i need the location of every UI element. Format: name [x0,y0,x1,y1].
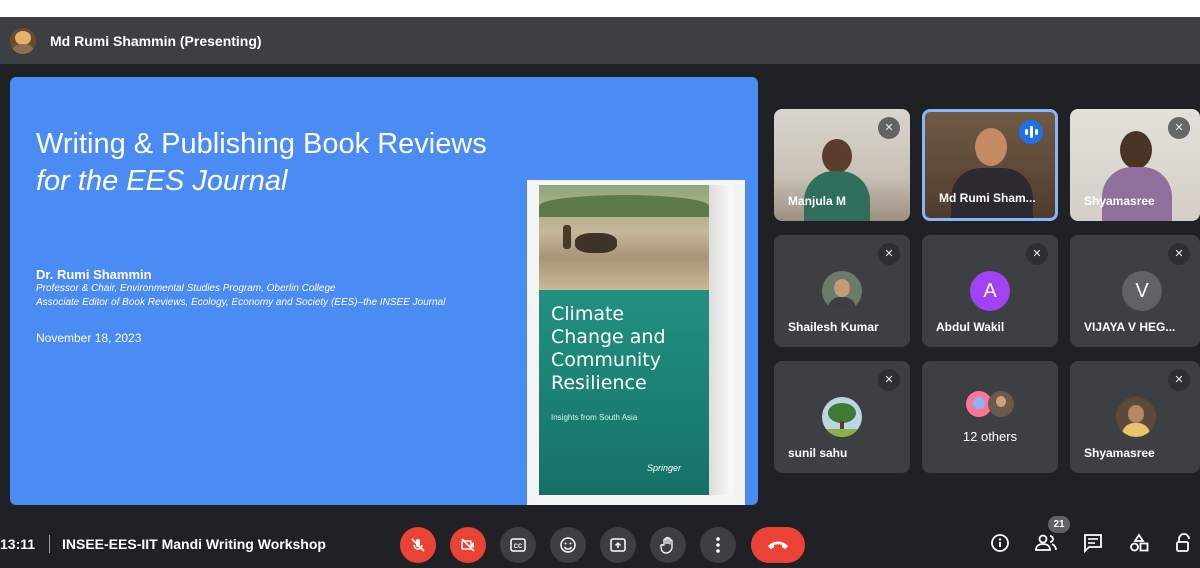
presenter-bar: Md Rumi Shammin (Presenting) [0,17,1200,64]
book-publisher: Springer [647,463,682,473]
reactions-button[interactable] [550,527,586,563]
meet-window: Md Rumi Shammin (Presenting) Writing & P… [0,17,1200,568]
book-image: Climate Change and Community Resilience … [527,180,745,505]
activities-button[interactable] [1127,533,1151,557]
avatar: V [1122,271,1162,311]
book-spine [709,185,733,495]
participant-count-badge: 21 [1048,516,1070,533]
participant-name: sunil sahu [788,446,848,460]
book-cover: Climate Change and Community Resilience … [539,185,709,495]
book-title: Climate Change and Community Resilience [551,303,666,394]
raise-hand-icon [660,536,673,554]
avatar [1116,397,1156,437]
meeting-time: 13:11 [0,536,36,552]
participant-tile[interactable]: ✕ V VIJAYA V HEG... [1070,235,1200,347]
divider [49,535,50,553]
avatar [822,397,862,437]
slide-author: Dr. Rumi Shammin [36,267,152,282]
avatar: A [970,271,1010,311]
host-controls-button[interactable] [1172,533,1196,557]
participant-name: Abdul Wakil [936,320,1005,334]
host-controls-icon [1176,533,1190,552]
camera-toggle-button[interactable] [450,527,486,563]
camera-off-icon [461,538,475,552]
book-cover-photo [539,185,709,290]
present-icon [610,538,626,552]
slide-affiliation: Professor & Chair, Environmental Studies… [36,283,336,294]
participant-tile[interactable]: ✕ sunil sahu [774,361,910,473]
emoji-icon [560,537,576,553]
slide-subtitle: for the EES Journal [36,165,288,197]
presenter-avatar [10,27,36,54]
captions-button[interactable]: CC [500,527,536,563]
more-options-icon [716,537,720,553]
mic-off-icon: ✕ [878,369,900,391]
mic-off-icon: ✕ [1168,369,1190,391]
participant-tile[interactable]: ✕ Shailesh Kumar [774,235,910,347]
mic-off-icon: ✕ [878,117,900,139]
participant-tile-others[interactable]: 12 others [922,361,1058,473]
mic-toggle-button[interactable] [400,527,436,563]
slide-date: November 18, 2023 [36,331,142,345]
book-subtitle: Insights from South Asia [551,413,638,422]
avatar [988,391,1014,417]
end-call-button[interactable] [751,527,805,563]
slide-title: Writing & Publishing Book Reviews [36,128,487,160]
participant-name: VIJAYA V HEG... [1084,320,1176,334]
chat-button[interactable] [1081,533,1105,557]
captions-icon: CC [510,538,526,552]
participant-name: Md Rumi Sham... [939,191,1036,205]
chat-icon [1084,534,1102,554]
more-options-button[interactable] [700,527,736,563]
participant-tile[interactable]: ✕ A Abdul Wakil [922,235,1058,347]
people-button[interactable] [1034,533,1058,557]
participant-tile[interactable]: ✕ Manjula M [774,109,910,221]
participant-name: Manjula M [788,194,847,208]
end-call-icon [768,541,788,549]
raise-hand-button[interactable] [650,527,686,563]
participant-tile-active-speaker[interactable]: Md Rumi Sham... [922,109,1058,221]
mic-off-icon: ✕ [1026,243,1048,265]
participant-name: Shailesh Kumar [788,320,879,334]
present-button[interactable] [600,527,636,563]
mic-off-icon: ✕ [1168,117,1190,139]
participant-tile[interactable]: ✕ Shyamasree [1070,109,1200,221]
presenter-title: Md Rumi Shammin (Presenting) [50,32,262,49]
participant-name: Shyamasree [1084,194,1155,208]
avatar [822,271,862,311]
meeting-name: INSEE-EES-IIT Mandi Writing Workshop [62,536,326,552]
others-count-label: 12 others [962,429,1018,444]
participant-tile[interactable]: ✕ Shyamasree [1070,361,1200,473]
svg-text:CC: CC [514,544,523,550]
people-icon [1035,534,1057,551]
mic-off-icon: ✕ [1168,243,1190,265]
slide-affiliation-editor: Associate Editor of Book Reviews, Ecolog… [36,297,446,308]
participant-name: Shyamasree [1084,446,1155,460]
speaking-indicator-icon [1019,120,1043,144]
info-icon [991,534,1009,552]
activities-icon [1130,533,1149,552]
mic-off-icon: ✕ [878,243,900,265]
meeting-controls-bar: 13:11 INSEE-EES-IIT Mandi Writing Worksh… [0,516,1200,568]
presentation-slide: Writing & Publishing Book Reviews for th… [10,77,758,505]
mic-off-icon [411,538,425,552]
meeting-info-button[interactable] [988,533,1012,557]
